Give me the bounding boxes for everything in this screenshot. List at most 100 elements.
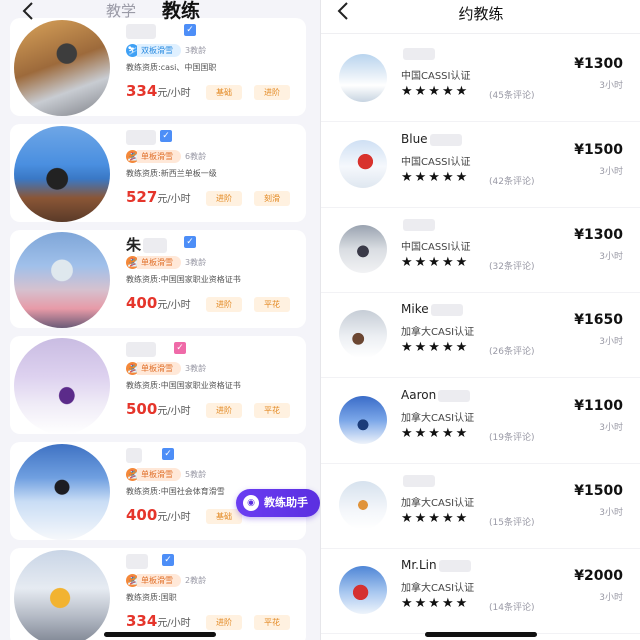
discipline-row: 🏂 单板滑雪 3教龄 bbox=[126, 362, 206, 376]
qualification: 教练资质:中国国家职业资格证书 bbox=[126, 381, 241, 390]
back-button[interactable] bbox=[16, 0, 40, 22]
level-tag[interactable]: 进阶 bbox=[206, 191, 242, 206]
qualification: 教练资质:casi、中国国职 bbox=[126, 63, 217, 72]
coach-name bbox=[401, 217, 435, 232]
level-tag[interactable]: 进阶 bbox=[206, 297, 242, 312]
discipline-row: ⛷ 双板滑雪 3教龄 bbox=[126, 44, 206, 58]
blurred-name bbox=[403, 47, 435, 60]
tab-coach[interactable]: 教练 bbox=[162, 0, 200, 22]
duration: 3小时 bbox=[599, 167, 623, 177]
coach-name: Mr.Lin bbox=[401, 558, 471, 573]
verified-icon: ✓ bbox=[184, 236, 196, 248]
review-count[interactable]: (42条评论) bbox=[489, 174, 534, 187]
coach-card[interactable]: ✓ 🏂 单板滑雪 6教龄 教练资质:新西兰单板一级 527元/小时 进阶 刻滑 bbox=[10, 124, 306, 222]
coach-card[interactable]: ✓ ⛷ 双板滑雪 3教龄 教练资质:casi、中国国职 334元/小时 基础 进阶 bbox=[10, 18, 306, 116]
blurred-name bbox=[126, 448, 142, 463]
teaching-years: 3教龄 bbox=[185, 258, 207, 267]
coach-row[interactable]: 中国CASSI认证 ★★★★★ (45条评论) ¥1300 3小时 bbox=[321, 36, 640, 122]
blurred-name bbox=[438, 389, 471, 402]
discipline-badge: 单板滑雪 bbox=[137, 150, 181, 163]
price: ¥1500 bbox=[574, 142, 623, 158]
coach-assistant-button[interactable]: ◉ 教练助手 bbox=[236, 489, 320, 517]
discipline-badge: 单板滑雪 bbox=[137, 574, 181, 587]
certification: 加拿大CASI认证 bbox=[401, 413, 475, 424]
coach-avatar bbox=[339, 310, 387, 358]
price: 500元/小时 bbox=[126, 399, 191, 418]
duration: 3小时 bbox=[599, 593, 623, 603]
coach-name-text: Blue bbox=[401, 132, 428, 146]
level-tag[interactable]: 基础 bbox=[206, 509, 242, 524]
discipline-row: 🏂 单板滑雪 2教龄 bbox=[126, 574, 206, 588]
review-count[interactable]: (45条评论) bbox=[489, 88, 534, 101]
tab-teaching[interactable]: 教学 bbox=[106, 0, 136, 22]
price: 334元/小时 bbox=[126, 81, 191, 100]
level-tag[interactable]: 进阶 bbox=[206, 403, 242, 418]
rating-stars: ★★★★★ bbox=[401, 426, 470, 441]
price: ¥1300 bbox=[574, 227, 623, 243]
coach-row[interactable]: Aaron 加拿大CASI认证 ★★★★★ (19条评论) ¥1100 3小时 bbox=[321, 378, 640, 464]
review-count[interactable]: (15条评论) bbox=[489, 515, 534, 528]
coach-card[interactable]: 朱 ✓ 🏂 单板滑雪 3教龄 教练资质:中国国家职业资格证书 400元/小时 进阶 … bbox=[10, 230, 306, 328]
price-value: 334 bbox=[126, 612, 158, 630]
coach-avatar bbox=[339, 140, 387, 188]
review-count[interactable]: (14条评论) bbox=[489, 600, 534, 613]
coach-name bbox=[126, 552, 156, 570]
review-count[interactable]: (32条评论) bbox=[489, 259, 534, 272]
blurred-name bbox=[430, 303, 463, 316]
coach-avatar bbox=[339, 481, 387, 529]
rating-stars: ★★★★★ bbox=[401, 596, 470, 611]
price-unit: 元/小时 bbox=[157, 88, 191, 99]
discipline-badge: 单板滑雪 bbox=[137, 256, 181, 269]
level-tag[interactable]: 进阶 bbox=[254, 85, 290, 100]
verified-icon: ✓ bbox=[174, 342, 186, 354]
coach-row[interactable]: Blue 中国CASSI认证 ★★★★★ (42条评论) ¥1500 3小时 bbox=[321, 122, 640, 208]
price-unit: 元/小时 bbox=[157, 618, 191, 629]
top-nav: 约教练 bbox=[321, 0, 640, 34]
certification: 中国CASSI认证 bbox=[401, 242, 471, 253]
qualification: 教练资质:中国国家职业资格证书 bbox=[126, 275, 241, 284]
qualification: 教练资质:国职 bbox=[126, 593, 177, 602]
blurred-name bbox=[429, 133, 462, 146]
top-nav: 教学 教练 bbox=[0, 0, 320, 24]
coach-row[interactable]: Mike 加拿大CASI认证 ★★★★★ (26条评论) ¥1650 3小时 bbox=[321, 292, 640, 378]
coach-name: Mike bbox=[401, 302, 463, 317]
verified-icon: ✓ bbox=[160, 130, 172, 142]
level-tag[interactable]: 平花 bbox=[254, 297, 290, 312]
blurred-name bbox=[403, 218, 435, 231]
coach-name bbox=[126, 446, 156, 464]
coach-row[interactable]: 中国CASSI认证 ★★★★★ (32条评论) ¥1300 3小时 bbox=[321, 207, 640, 293]
assistant-label: 教练助手 bbox=[264, 496, 308, 509]
level-tag[interactable]: 基础 bbox=[206, 85, 242, 100]
discipline-badge: 双板滑雪 bbox=[137, 44, 181, 57]
coach-name-text: Mike bbox=[401, 302, 429, 316]
rating-stars: ★★★★★ bbox=[401, 170, 470, 185]
price-unit: 元/小时 bbox=[157, 406, 191, 417]
price: 400元/小时 bbox=[126, 293, 191, 312]
level-tag[interactable]: 平花 bbox=[254, 403, 290, 418]
level-tag[interactable]: 平花 bbox=[254, 615, 290, 630]
teaching-years: 3教龄 bbox=[185, 364, 207, 373]
page-title: 约教练 bbox=[458, 5, 504, 23]
coach-list-screen: 教学 教练 ✓ ⛷ 双板滑雪 3教龄 教练资质:casi、中国国职 334元/小时 … bbox=[0, 0, 320, 640]
rating-stars: ★★★★★ bbox=[401, 511, 470, 526]
duration: 3小时 bbox=[599, 337, 623, 347]
verified-icon: ✓ bbox=[162, 554, 174, 566]
coach-row[interactable]: Mr.Lin 加拿大CASI认证 ★★★★★ (14条评论) ¥2000 3小时 bbox=[321, 548, 640, 634]
coach-avatar bbox=[14, 20, 110, 116]
review-count[interactable]: (26条评论) bbox=[489, 344, 534, 357]
review-count[interactable]: (19条评论) bbox=[489, 430, 534, 443]
coach-card[interactable]: ✓ 🏂 单板滑雪 3教龄 教练资质:中国国家职业资格证书 500元/小时 进阶 平花 bbox=[10, 336, 306, 434]
coach-name bbox=[401, 46, 435, 61]
coach-card[interactable]: ✓ 🏂 单板滑雪 2教龄 教练资质:国职 334元/小时 进阶 平花 bbox=[10, 548, 306, 640]
home-indicator bbox=[104, 632, 216, 637]
coach-name bbox=[401, 473, 435, 488]
duration: 3小时 bbox=[599, 81, 623, 91]
level-tag[interactable]: 进阶 bbox=[206, 615, 242, 630]
certification: 加拿大CASI认证 bbox=[401, 498, 475, 509]
blurred-name bbox=[143, 238, 168, 253]
coach-avatar bbox=[14, 338, 110, 434]
level-tag[interactable]: 刻滑 bbox=[254, 191, 290, 206]
coach-row[interactable]: 加拿大CASI认证 ★★★★★ (15条评论) ¥1500 3小时 bbox=[321, 463, 640, 549]
blurred-name bbox=[126, 24, 156, 39]
qualification: 教练资质:中国社会体育滑雪 bbox=[126, 487, 225, 496]
